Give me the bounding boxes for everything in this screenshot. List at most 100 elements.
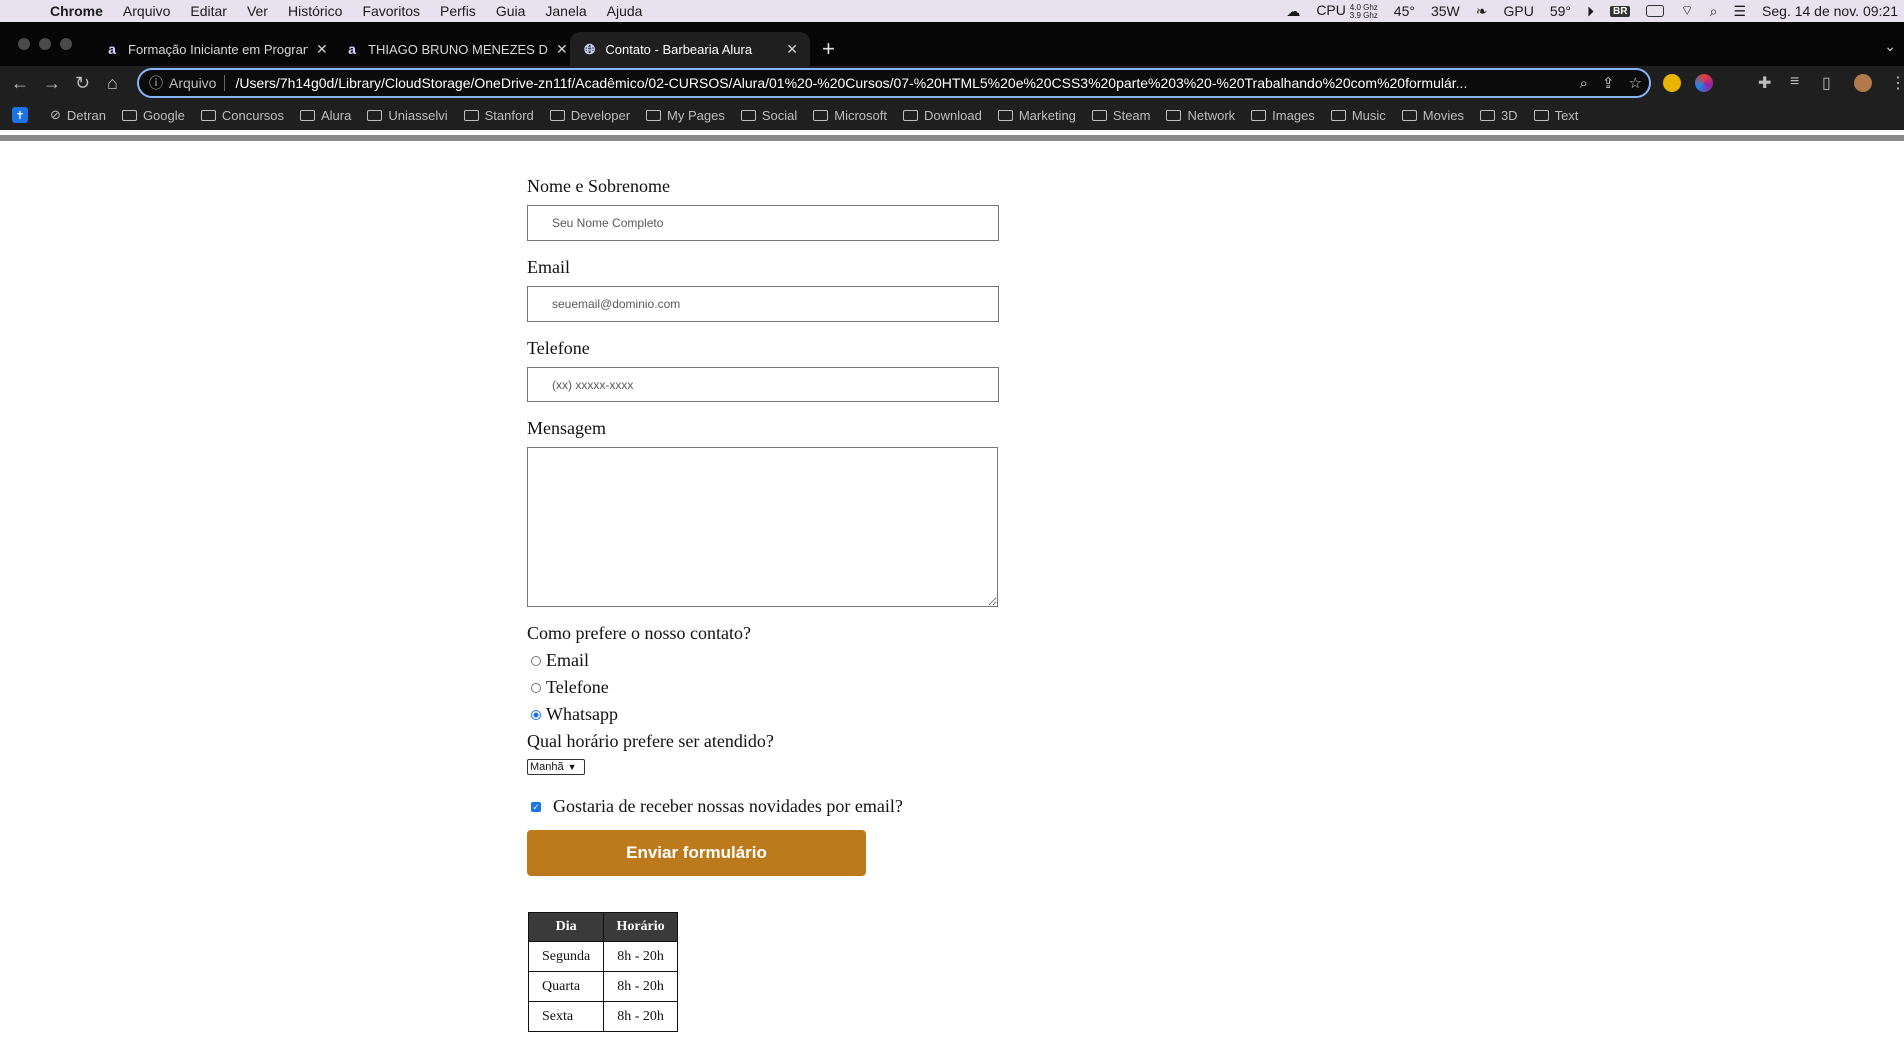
bookmark-folder[interactable]: Movies (1401, 108, 1464, 123)
folder-icon (813, 109, 829, 121)
bookmark-star-icon[interactable]: ☆ (1628, 74, 1641, 92)
menu-editar[interactable]: Editar (190, 3, 227, 19)
bookmark-detran[interactable]: ⊘ Detran (50, 107, 106, 123)
radio-email[interactable]: Email (531, 650, 589, 671)
folder-icon (1533, 109, 1549, 121)
name-label: Nome e Sobrenome (527, 176, 670, 196)
url-text[interactable]: /Users/7h14g0d/Library/CloudStorage/OneD… (235, 75, 1565, 91)
zoom-icon[interactable]: ⌕ (1579, 75, 1587, 92)
clock[interactable]: Seg. 14 de nov. 09:21 (1762, 3, 1898, 19)
minimize-window-button[interactable] (39, 38, 51, 50)
bookmark-folder[interactable]: Download (903, 108, 982, 123)
gpu-label[interactable]: GPU (1503, 3, 1533, 19)
phone-input[interactable] (527, 367, 999, 402)
menu-janela[interactable]: Janela (545, 3, 586, 19)
table-cell: Quarta (527, 971, 605, 1002)
message-textarea[interactable] (527, 447, 998, 607)
menu-ajuda[interactable]: Ajuda (607, 3, 643, 19)
time-select[interactable]: Manhã ▼ (527, 759, 585, 775)
submit-button[interactable]: Enviar formulário (527, 830, 866, 876)
tab-thiago[interactable]: a THIAGO BRUNO MENEZES DA ✕ (332, 32, 580, 66)
newsletter-checkbox-row[interactable]: ✓ Gostaria de receber nossas novidades p… (531, 796, 903, 817)
bookmark-folder[interactable]: Text (1533, 108, 1578, 123)
folder-icon (646, 109, 662, 121)
tab-search-chevron-icon[interactable]: ⌄ (1884, 38, 1896, 55)
wifi-icon[interactable]: ⌔ (1680, 2, 1693, 20)
folder-icon (1401, 109, 1417, 121)
back-icon[interactable]: ← (11, 73, 29, 94)
folder-icon (740, 109, 756, 121)
window-icon[interactable] (1646, 5, 1665, 17)
cloud-status-icon[interactable]: ☁ (1286, 3, 1300, 20)
radio-circle[interactable] (531, 655, 541, 666)
more-menu-icon[interactable]: ⋮ (1890, 73, 1904, 93)
bookmark-folder[interactable]: Microsoft (813, 108, 887, 123)
cpu-monitor[interactable]: CPU 4.0 Ghz 3.9 Ghz (1316, 2, 1377, 19)
share-icon[interactable]: ⇪ (1602, 74, 1615, 92)
address-bar[interactable]: ⓘ Arquivo /Users/7h14g0d/Library/CloudSt… (137, 68, 1651, 98)
menu-historico[interactable]: Histórico (288, 3, 342, 19)
table-row: Segunda 8h - 20h (527, 941, 678, 972)
bookmark-folder[interactable]: Uniasselvi (367, 108, 448, 123)
reload-icon[interactable]: ↻ (75, 73, 90, 94)
name-input[interactable] (527, 205, 999, 241)
bookmark-folder[interactable]: Concursos (200, 108, 284, 123)
profile-avatar[interactable] (1854, 74, 1872, 92)
folder-icon (300, 109, 315, 121)
bookmark-folder[interactable]: Steam (1091, 108, 1150, 123)
leaf-icon[interactable]: ❧ (1476, 3, 1488, 20)
bookmark-folder[interactable]: 3D (1479, 108, 1518, 123)
menu-app-name[interactable]: Chrome (50, 3, 103, 19)
zoom-window-button[interactable] (60, 38, 72, 50)
os-menubar: Chrome Arquivo Editar Ver Histórico Favo… (0, 0, 1904, 22)
bookmark-folder[interactable]: Stanford (463, 108, 534, 123)
site-info-icon[interactable]: ⓘ (149, 73, 163, 93)
close-tab-icon[interactable]: ✕ (556, 41, 568, 58)
close-tab-icon[interactable]: ✕ (316, 41, 328, 58)
menu-ver[interactable]: Ver (247, 3, 268, 19)
extension-yellow-icon[interactable] (1663, 74, 1681, 92)
new-tab-icon[interactable]: + (822, 36, 835, 62)
forward-icon[interactable]: → (43, 73, 61, 94)
radio-circle-selected[interactable] (531, 709, 541, 720)
email-input[interactable] (527, 286, 999, 322)
radio-circle[interactable] (531, 682, 541, 693)
extension-color-icon[interactable] (1695, 74, 1713, 92)
menu-favoritos[interactable]: Favoritos (362, 3, 420, 19)
bookmark-folder[interactable]: Google (121, 108, 185, 123)
menu-perfis[interactable]: Perfis (440, 3, 476, 19)
detran-icon: ⊘ (50, 107, 61, 122)
search-icon[interactable]: ⌕ (1710, 3, 1718, 20)
control-center-icon[interactable]: ☰ (1733, 3, 1746, 20)
table-header-row: Dia Horário (527, 912, 678, 942)
newsletter-checkbox[interactable]: ✓ (531, 801, 541, 812)
bookmark-folder[interactable]: Images (1251, 108, 1315, 123)
table-cell: Sexta (527, 1001, 605, 1032)
table-row: Sexta 8h - 20h (527, 1001, 678, 1032)
home-icon[interactable]: ⌂ (107, 73, 118, 94)
bookmark-pinned[interactable]: ✝ (12, 107, 34, 123)
tab-formacao[interactable]: a Formação Iniciante em Progran ✕ (92, 32, 340, 66)
reading-list-icon[interactable]: ≡ (1790, 73, 1799, 91)
radio-label: Whatsapp (546, 704, 618, 724)
close-tab-icon[interactable]: ✕ (786, 41, 798, 58)
input-language[interactable]: BR (1610, 5, 1631, 17)
play-icon[interactable]: ⏵ (1587, 3, 1594, 20)
radio-telefone[interactable]: Telefone (531, 677, 609, 698)
bookmark-folder[interactable]: Developer (549, 108, 630, 123)
side-panel-icon[interactable]: ▯ (1822, 73, 1831, 93)
radio-whatsapp[interactable]: Whatsapp (531, 704, 618, 725)
hours-table: Dia Horário Segunda 8h - 20h Quarta 8h -… (527, 912, 678, 1032)
phone-label: Telefone (527, 338, 590, 358)
menu-arquivo[interactable]: Arquivo (123, 3, 170, 19)
close-window-button[interactable] (18, 38, 30, 50)
bookmark-folder[interactable]: Marketing (997, 108, 1076, 123)
bookmark-folder[interactable]: Social (740, 108, 797, 123)
bookmark-folder[interactable]: Alura (300, 108, 351, 123)
tab-contato-active[interactable]: 🌐︎ Contato - Barbearia Alura ✕ (570, 32, 810, 66)
bookmark-folder[interactable]: My Pages (646, 108, 725, 123)
extensions-puzzle-icon[interactable]: ✚ (1758, 73, 1771, 93)
menu-guia[interactable]: Guia (496, 3, 526, 19)
bookmark-folder[interactable]: Music (1330, 108, 1386, 123)
bookmark-folder[interactable]: Network (1166, 108, 1235, 123)
